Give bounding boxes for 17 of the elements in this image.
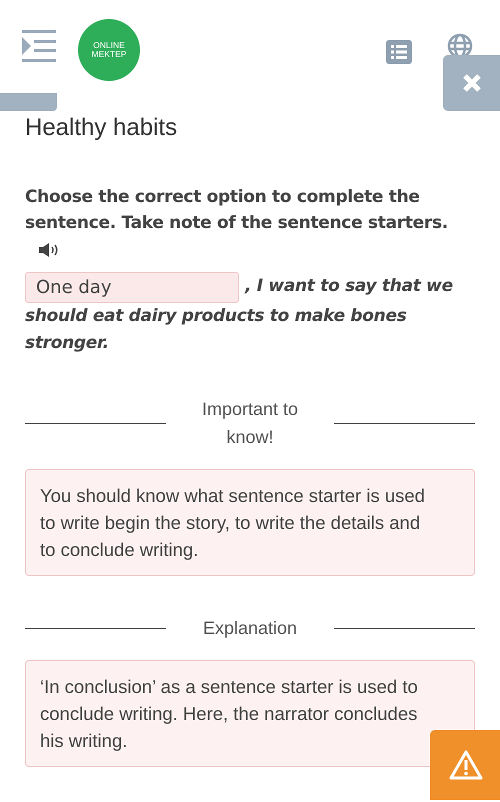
warning-icon bbox=[448, 749, 484, 781]
note-box: You should know what sentence starter is used to write begin the story, to write the details and to conclude writing. bbox=[25, 469, 475, 576]
sentence-text: , I want to say that we bbox=[245, 276, 453, 296]
note-box: ‘In conclusion’ as a sentence starter is used to conclude writing. Here, the narrator concludes his writing. bbox=[25, 660, 475, 767]
instruction-text: Choose the correct option to complete the sentence. Take note of the sentence starters. bbox=[25, 186, 449, 235]
list-icon[interactable] bbox=[386, 40, 412, 64]
answer-field[interactable]: One day bbox=[25, 272, 239, 303]
page-title: Healthy habits bbox=[25, 114, 178, 142]
report-button[interactable] bbox=[430, 730, 500, 800]
globe-icon[interactable] bbox=[446, 32, 474, 56]
sentence-text: should eat dairy products to make bones stronger. bbox=[25, 305, 408, 355]
menu-icon[interactable] bbox=[22, 30, 56, 62]
tab-bar bbox=[0, 93, 57, 111]
close-icon bbox=[462, 73, 482, 93]
section-heading: Important to know! bbox=[200, 398, 300, 449]
close-button[interactable] bbox=[443, 55, 500, 111]
section-heading: Explanation bbox=[202, 617, 298, 640]
